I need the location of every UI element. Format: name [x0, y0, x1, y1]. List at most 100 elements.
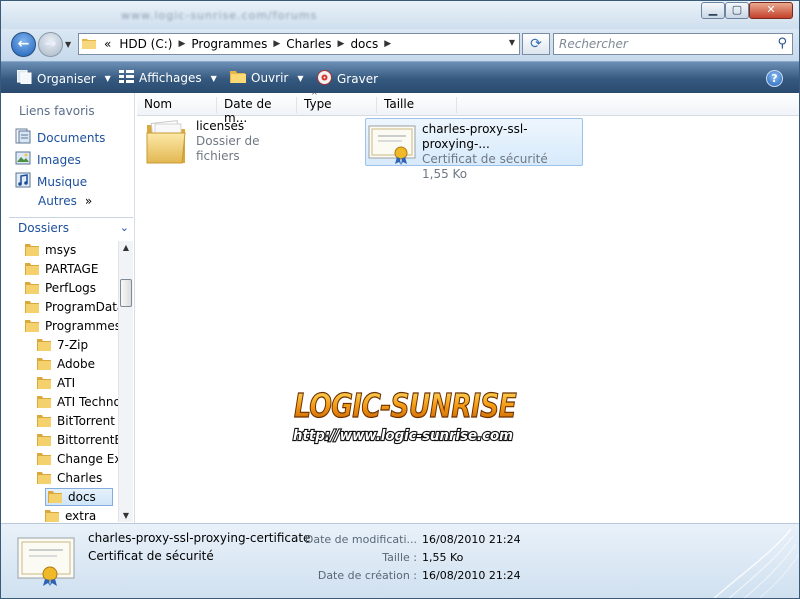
back-button[interactable]: ←: [11, 32, 36, 57]
maximize-button[interactable]: ▢: [725, 2, 749, 19]
size-value: 1,55 Ko: [422, 551, 464, 564]
forward-button[interactable]: →: [38, 32, 63, 57]
close-icon: ✕: [766, 3, 776, 16]
column-date[interactable]: Date de m...: [217, 97, 297, 125]
folder-tree-item[interactable]: Charles: [37, 469, 102, 487]
size-label: Taille :: [382, 551, 417, 564]
search-placeholder: Rechercher: [559, 37, 628, 51]
recent-pages-dropdown[interactable]: ▼: [65, 40, 71, 49]
breadcrumb-separator-icon[interactable]: ▶: [176, 39, 187, 49]
organize-icon: [16, 69, 32, 87]
refresh-button[interactable]: ⟳: [522, 33, 550, 55]
folder-tree-item[interactable]: 7-Zip: [37, 336, 88, 354]
folder-tree-item[interactable]: ATI: [37, 374, 75, 392]
help-button[interactable]: ?: [766, 70, 783, 87]
breadcrumb-separator-icon[interactable]: ▶: [382, 39, 393, 49]
minimize-button[interactable]: ▁: [701, 2, 725, 19]
selected-file-name: charles-proxy-ssl-proxying-certificate: [88, 531, 311, 545]
search-icon[interactable]: ⚲: [777, 34, 787, 54]
created-label: Date de création :: [317, 569, 417, 582]
folder-tree-item[interactable]: ProgramData: [25, 298, 118, 316]
explorer-window: www.logic-sunrise.com/forums ▁ ▢ ✕ ← → ▼…: [0, 0, 800, 599]
file-size: 1,55 Ko: [422, 167, 468, 181]
folder-tree-item[interactable]: PerfLogs: [25, 279, 96, 297]
breadcrumb-hdd[interactable]: HDD (C:): [115, 37, 176, 51]
folder-icon: [37, 375, 51, 392]
folder-tree-item[interactable]: BittorrentBar: [37, 431, 118, 449]
modified-label: Date de modificati...: [304, 533, 417, 546]
folder-tree-label: extra: [65, 509, 97, 523]
search-input[interactable]: Rechercher ⚲: [553, 33, 793, 55]
burn-button[interactable]: Graver: [317, 70, 378, 88]
folders-header[interactable]: Dossiers ⌄: [9, 217, 133, 237]
folder-tree-label: 7-Zip: [57, 338, 89, 352]
created-value: 16/08/2010 21:24: [422, 569, 521, 582]
window-title: www.logic-sunrise.com/forums: [121, 9, 318, 22]
folder-tree-item[interactable]: msys: [25, 241, 76, 259]
folder-tree-label: Programmes: [45, 319, 118, 333]
chevron-down-icon: ▼: [297, 73, 304, 83]
folder-tree-item[interactable]: PARTAGE: [25, 260, 98, 278]
file-item-certificate[interactable]: charles-proxy-ssl-proxying-... Certifica…: [365, 118, 583, 181]
chevron-down-icon: ⌄: [119, 221, 129, 234]
scroll-down-icon[interactable]: ▼: [121, 511, 131, 520]
folder-tree-label: docs: [68, 490, 96, 504]
folder-tree-label: PARTAGE: [45, 262, 99, 276]
folder-tree-item[interactable]: Change Ext: [37, 450, 118, 468]
title-bar[interactable]: www.logic-sunrise.com/forums ▁ ▢ ✕: [1, 1, 799, 29]
back-arrow-icon: ←: [17, 36, 30, 52]
favorite-more[interactable]: Autres »: [38, 194, 92, 208]
address-dropdown-icon[interactable]: ▼: [509, 38, 515, 47]
folder-icon: [37, 413, 51, 430]
address-bar[interactable]: « HDD (C:) ▶ Programmes ▶ Charles ▶ docs…: [78, 33, 520, 55]
close-button[interactable]: ✕: [749, 2, 793, 19]
folder-tree-item[interactable]: ATI Technologies: [37, 393, 118, 411]
folder-tree-label: ProgramData: [45, 300, 118, 314]
forward-arrow-icon: →: [44, 36, 57, 52]
views-icon: [119, 70, 134, 86]
folder-tree-label: Change Ext: [57, 452, 118, 466]
favorite-music[interactable]: Musique: [15, 172, 87, 191]
folder-tree-label: PerfLogs: [45, 281, 97, 295]
folder-tree-item[interactable]: Adobe: [37, 355, 95, 373]
navigation-bar: ← → ▼ « HDD (C:) ▶ Programmes ▶ Charles …: [1, 29, 799, 61]
file-type: Certificat de sécurité: [422, 152, 548, 166]
scroll-thumb[interactable]: [120, 279, 132, 307]
folder-icon: [82, 37, 96, 52]
folder-tree-item[interactable]: docs: [45, 488, 113, 506]
folder-tree-item[interactable]: Programmes: [25, 317, 118, 335]
double-chevron-icon: »: [84, 194, 93, 208]
documents-icon: [15, 128, 31, 147]
breadcrumb-overflow[interactable]: «: [100, 37, 115, 51]
breadcrumb-charles[interactable]: Charles: [282, 37, 335, 51]
breadcrumb-programmes[interactable]: Programmes: [187, 37, 271, 51]
open-label: Ouvrir: [251, 71, 289, 85]
scroll-up-icon[interactable]: ▲: [121, 243, 131, 252]
file-item-licenses[interactable]: licenses Dossier de fichiers: [144, 119, 304, 169]
favorites-heading: Liens favoris: [19, 104, 95, 118]
folder-tree-label: msys: [45, 243, 77, 257]
favorite-images[interactable]: Images: [15, 150, 81, 169]
chevron-down-icon: ▼: [104, 74, 111, 83]
breadcrumb-docs[interactable]: docs: [346, 37, 382, 51]
open-button[interactable]: Ouvrir ▼: [230, 70, 304, 86]
column-name[interactable]: Nom: [137, 97, 217, 113]
certificate-icon: [17, 534, 75, 589]
organize-label: Organiser: [37, 71, 96, 86]
views-button[interactable]: Affichages ▼: [119, 70, 217, 86]
column-size[interactable]: Taille: [377, 97, 457, 113]
images-icon: [15, 150, 31, 169]
favorite-documents[interactable]: Documents: [15, 128, 105, 147]
organize-button[interactable]: Organiser ▼: [16, 69, 111, 87]
refresh-icon: ⟳: [530, 36, 542, 52]
open-folder-icon: [230, 70, 246, 86]
column-type[interactable]: Type: [297, 97, 377, 113]
breadcrumb-separator-icon[interactable]: ▶: [271, 39, 282, 49]
favorite-label: Musique: [37, 174, 88, 189]
modified-value: 16/08/2010 21:24: [422, 533, 521, 546]
breadcrumb-separator-icon[interactable]: ▶: [336, 39, 347, 49]
folder-tree-scrollbar[interactable]: ▲ ▼: [118, 241, 133, 522]
folder-tree-item[interactable]: BitTorrent: [37, 412, 115, 430]
folder-icon: [37, 394, 51, 411]
command-bar: Organiser ▼ Affichages ▼ Ouvrir ▼ Graver…: [1, 61, 799, 93]
